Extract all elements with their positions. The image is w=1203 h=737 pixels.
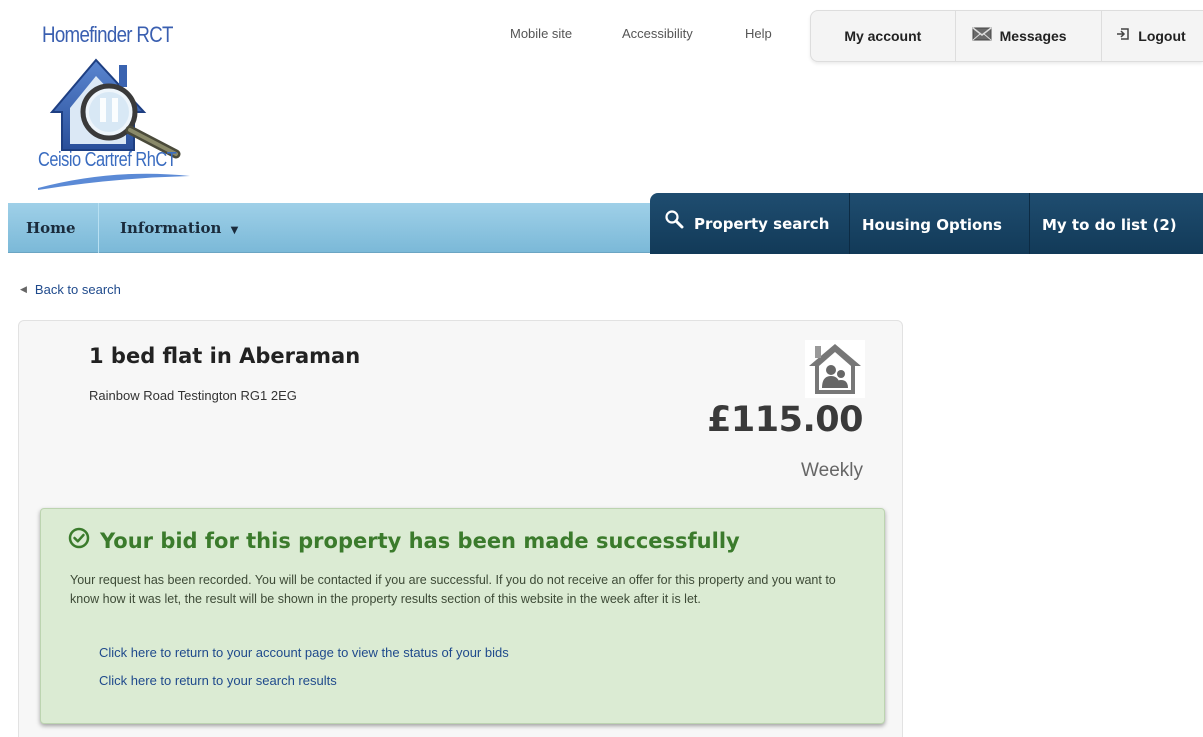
account-tabs: My account Messages Logout: [810, 10, 1203, 62]
nav-divider: [1029, 193, 1030, 254]
site-logo[interactable]: Homefinder RCT Ceisio Cartref RhCT: [34, 22, 194, 192]
nav-home-label: Home: [26, 219, 76, 237]
house-people-icon: [805, 340, 865, 398]
success-heading: Your bid for this property has been made…: [68, 527, 740, 554]
magnifier-icon: [664, 192, 684, 256]
nav-divider: [98, 203, 99, 253]
nav-information[interactable]: Information ▼: [120, 203, 238, 253]
nav-todo-list-label: My to do list (2): [1042, 216, 1177, 234]
return-to-account-link[interactable]: Click here to return to your account pag…: [99, 645, 509, 660]
nav-housing-options[interactable]: Housing Options: [862, 193, 1002, 254]
logout-tab[interactable]: Logout: [1101, 11, 1203, 61]
help-link[interactable]: Help: [745, 26, 772, 41]
main-nav: Home Information ▼: [8, 203, 650, 253]
accessibility-link[interactable]: Accessibility: [622, 26, 693, 41]
success-message-text: Your request has been recorded. You will…: [70, 573, 836, 606]
logout-label: Logout: [1138, 28, 1186, 44]
logo-title: Homefinder RCT: [42, 22, 173, 47]
back-to-search-link[interactable]: ◀ Back to search: [20, 282, 121, 297]
price-period: Weekly: [801, 460, 863, 481]
back-to-search-label: Back to search: [34, 282, 121, 297]
property-title: 1 bed flat in Aberaman: [89, 344, 361, 368]
property-address: Rainbow Road Testington RG1 2EG: [89, 388, 297, 403]
messages-tab[interactable]: Messages: [954, 11, 1102, 61]
my-account-tab[interactable]: My account: [811, 11, 955, 61]
caret-down-icon: ▼: [230, 225, 239, 236]
return-to-search-results-link[interactable]: Click here to return to your search resu…: [99, 673, 337, 688]
nav-divider: [849, 193, 850, 254]
mobile-site-link[interactable]: Mobile site: [510, 26, 572, 41]
logout-icon: [1116, 12, 1130, 60]
messages-label: Messages: [999, 28, 1067, 44]
back-arrow-icon: ◀: [20, 284, 27, 294]
secondary-nav: Property search Housing Options My to do…: [650, 193, 1203, 254]
my-account-label: My account: [844, 28, 922, 44]
nav-home[interactable]: Home: [26, 203, 76, 253]
envelope-icon: [972, 12, 992, 60]
nav-housing-options-label: Housing Options: [862, 216, 1002, 234]
check-circle-icon: [68, 527, 90, 554]
success-heading-text: Your bid for this property has been made…: [100, 528, 740, 553]
nav-property-search-label: Property search: [694, 214, 830, 233]
nav-todo-list[interactable]: My to do list (2): [1042, 193, 1177, 254]
logo-subtitle: Ceisio Cartref RhCT: [38, 149, 177, 171]
nav-property-search[interactable]: Property search: [664, 193, 829, 254]
property-price: £115.00: [707, 400, 863, 440]
nav-information-label: Information: [120, 219, 222, 237]
